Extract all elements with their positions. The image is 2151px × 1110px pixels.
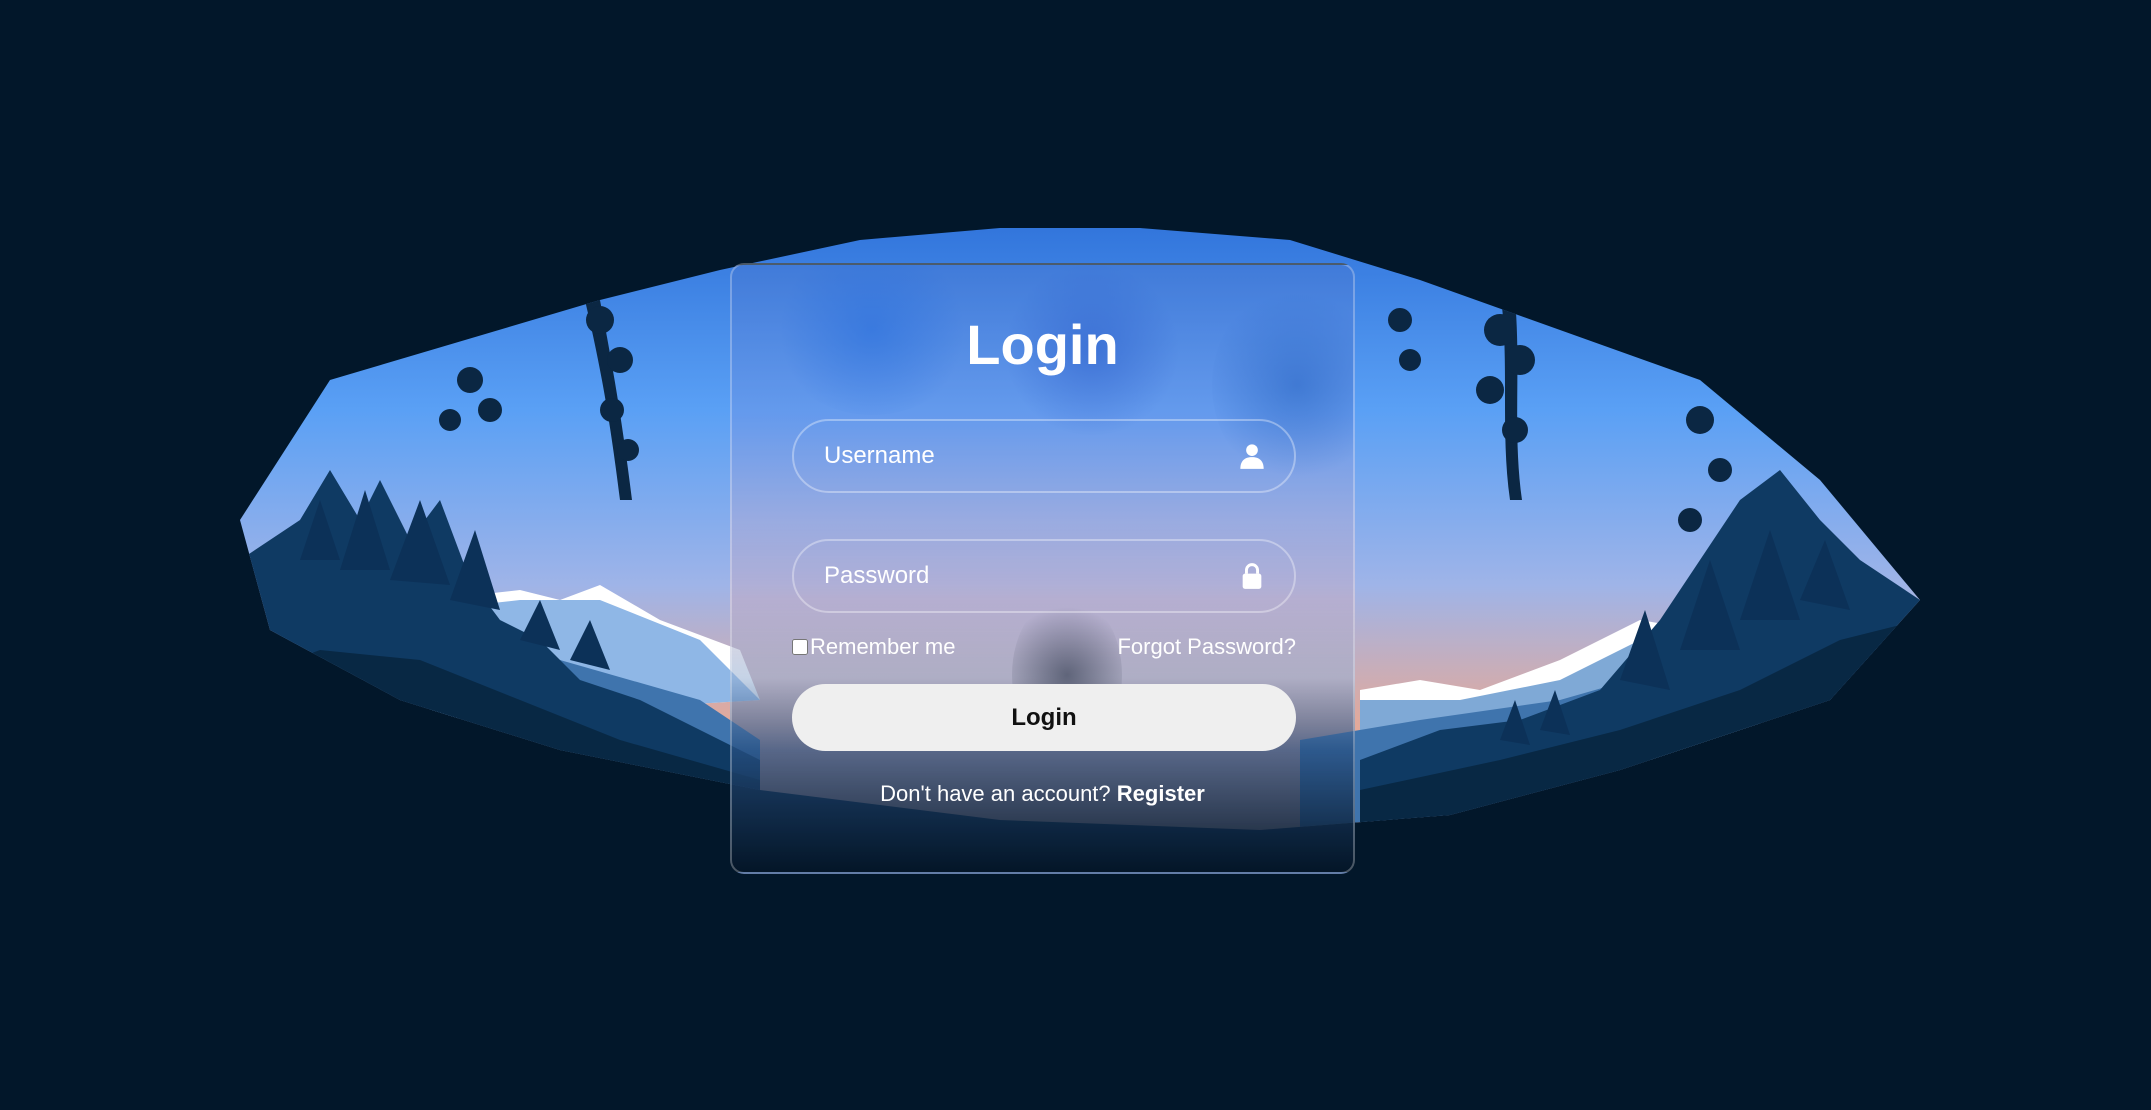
username-field-wrapper — [792, 419, 1296, 493]
remember-me-text: Remember me — [810, 634, 956, 659]
login-card: Login Remember me Forgot Password? Login — [730, 263, 1355, 874]
user-icon — [1240, 444, 1264, 469]
login-title: Login — [966, 313, 1119, 376]
forgot-password-link[interactable]: Forgot Password? — [1117, 634, 1296, 660]
password-field-wrapper — [792, 539, 1296, 613]
register-prompt-text: Don't have an account? — [880, 781, 1111, 806]
login-options-row: Remember me Forgot Password? — [792, 634, 1296, 664]
username-input[interactable] — [794, 421, 1294, 491]
register-link[interactable]: Register — [1117, 781, 1205, 806]
register-prompt-line: Don't have an account? Register — [732, 781, 1353, 807]
login-button[interactable]: Login — [792, 684, 1296, 751]
remember-me-label[interactable]: Remember me — [792, 634, 955, 660]
remember-me-checkbox[interactable] — [792, 639, 808, 655]
password-input[interactable] — [794, 541, 1294, 611]
login-page: Login Remember me Forgot Password? Login — [0, 0, 2151, 1110]
lock-icon — [1242, 563, 1262, 589]
